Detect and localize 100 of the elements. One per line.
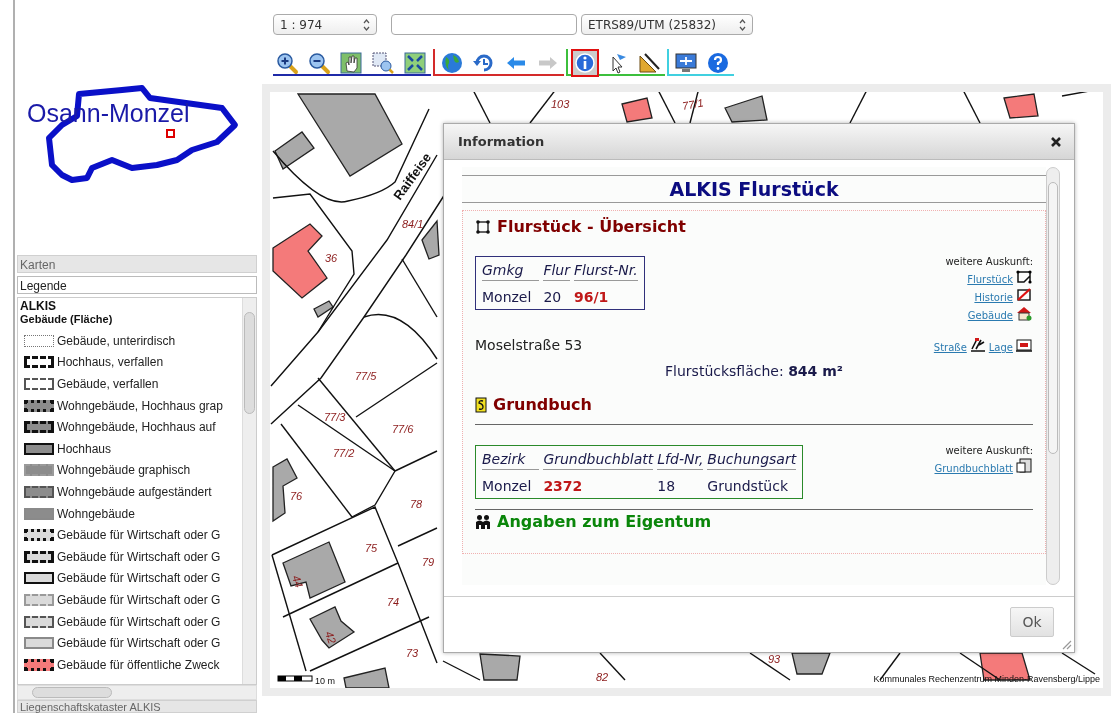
public-building: [1003, 93, 1039, 119]
legend-subtitle: Gebäude (Fläche): [20, 313, 114, 325]
street-icon[interactable]: [968, 337, 987, 353]
vertical-scrollbar[interactable]: [242, 298, 256, 684]
house-icon[interactable]: [1015, 305, 1033, 321]
report-link[interactable]: Flurstück: [967, 274, 1013, 285]
legend-label: Wohngebäude, Hochhaus auf: [57, 420, 216, 435]
location-icon[interactable]: [1015, 337, 1033, 353]
parcel-number: 74: [387, 596, 400, 608]
parcel-number: 82: [596, 671, 609, 683]
legend-label: Gebäude, verfallen: [57, 377, 159, 391]
parcel-number: 44: [290, 573, 306, 590]
ok-button[interactable]: Ok: [1010, 607, 1054, 637]
building: [421, 219, 440, 260]
parcel-boundary: [1061, 652, 1096, 675]
table-cell-text: 18: [657, 478, 677, 494]
parcel-outline-icon: [475, 218, 491, 235]
land-register-icon: [475, 396, 487, 413]
legend-label: Wohngebäude: [57, 506, 135, 521]
close-icon[interactable]: [1050, 135, 1062, 148]
vertical-scrollbar[interactable]: [1046, 167, 1060, 585]
legend-label: Wohngebäude aufgeständert: [57, 484, 212, 499]
parcel-number: 77/6: [392, 423, 414, 435]
more-info-label: weitere Auskunft:: [945, 256, 1033, 267]
pan-icon[interactable]: [337, 49, 365, 77]
legend-label: Gebäude für Wirtschaft oder G: [57, 549, 221, 564]
section-heading: Angaben zum Eigentum: [497, 512, 712, 531]
info-icon[interactable]: [571, 49, 599, 77]
legend-label: Gebäude für öffentliche Zweck: [57, 657, 220, 672]
building: [282, 541, 346, 599]
parcel-boundary: [749, 652, 791, 681]
history-icon[interactable]: [1015, 287, 1033, 303]
report-link[interactable]: Gebäude: [967, 310, 1013, 321]
resize-grip-icon[interactable]: [1060, 638, 1072, 650]
column-header: Buchungsart: [707, 451, 797, 470]
column-header: Bezirk: [482, 451, 540, 470]
legend-label: Gebäude, unterirdisch: [57, 333, 176, 348]
legend-label: Gebäude für Wirtschaft oder G: [57, 614, 221, 629]
table-cell-text: Grundstück: [707, 478, 790, 494]
spinner-icon[interactable]: [363, 18, 370, 31]
legend-label: Wohngebäude, Hochhaus grap: [57, 398, 223, 413]
report-link[interactable]: Historie: [974, 292, 1013, 303]
spinner-icon[interactable]: [739, 18, 746, 31]
search-field[interactable]: [391, 14, 577, 35]
parcel-number: 42: [323, 629, 339, 646]
dialog-title: Information: [458, 134, 545, 149]
parcel-number: 84/1: [402, 218, 424, 230]
column-header: Flur: [543, 262, 570, 281]
parcel-number: 93: [768, 653, 781, 665]
report-link[interactable]: Straße: [933, 342, 967, 353]
column-header: Lfd-Nr,: [657, 451, 704, 470]
scale-select[interactable]: 1 : 974: [273, 14, 377, 35]
table-cell-text: Monzel: [482, 289, 533, 305]
projection-select[interactable]: ETRS89/UTM (25832): [581, 14, 753, 35]
copyright-text: Kommunales Rechenzentrum Minden-Ravensberg/Lippe: [873, 674, 1100, 684]
section-heading: Flurstück - Übersicht: [497, 217, 686, 236]
parcel-number: 75: [365, 542, 378, 554]
column-header: Gmkg: [482, 262, 540, 281]
column-header: Grundbuchblatt: [543, 451, 654, 470]
accordion-header[interactable]: Karten: [17, 255, 257, 273]
report-heading: ALKIS Flurstück: [462, 175, 1046, 203]
table-cell-text: 20: [543, 289, 563, 305]
legend-label: Hochhaus: [57, 441, 112, 456]
table-cell-text: Monzel: [482, 478, 533, 494]
report-link[interactable]: Lage: [988, 342, 1013, 353]
legend-label: Gebäude für Wirtschaft oder G: [57, 571, 221, 586]
legend-label: Hochhaus, verfallen: [57, 355, 164, 370]
parcel-number: 36: [325, 252, 338, 264]
parcel-number: 77/1: [681, 96, 705, 112]
building: [313, 300, 334, 318]
people-icon: [475, 513, 491, 530]
legend-label: Gebäude für Wirtschaft oder G: [57, 528, 221, 543]
accordion-header[interactable]: Legende: [17, 276, 257, 294]
sheet-icon[interactable]: [1015, 458, 1033, 474]
more-info-label: weitere Auskunft:: [945, 445, 1033, 456]
legend-label: Gebäude für Wirtschaft oder G: [57, 592, 221, 607]
parcel-number: 77/2: [333, 447, 355, 459]
parcel-number: 79: [422, 556, 435, 568]
parcel-number: 103: [551, 98, 570, 110]
legend-label: Gebäude für Wirtschaft oder G: [57, 636, 221, 651]
parcel-number: 78: [410, 498, 423, 510]
full-extent-icon[interactable]: [401, 49, 429, 77]
legend-title: ALKIS: [20, 299, 57, 313]
report-link[interactable]: Grundbuchblatt: [934, 463, 1013, 474]
parcel-number: 76: [290, 490, 303, 502]
parcel-number: 77/3: [324, 411, 346, 423]
parcel-number: 77/5: [355, 370, 377, 382]
building: [343, 667, 390, 688]
legend-label: Wohngebäude graphisch: [57, 463, 191, 478]
scale-label: 10 m: [315, 676, 335, 686]
parcel-icon[interactable]: [1015, 269, 1033, 285]
building: [309, 606, 356, 649]
parcel-area: Flurstücksfläche: 844 m²: [475, 363, 1033, 379]
location-marker: [166, 129, 175, 138]
horizontal-scrollbar[interactable]: [17, 685, 257, 700]
section-heading: Grundbuch: [493, 395, 592, 414]
address: Moselstraße 53: [475, 337, 583, 353]
accordion-header[interactable]: Liegenschaftskataster ALKIS: [17, 700, 257, 713]
table-cell-text: 96/1: [573, 289, 610, 305]
parcel-boundary: [442, 660, 481, 681]
